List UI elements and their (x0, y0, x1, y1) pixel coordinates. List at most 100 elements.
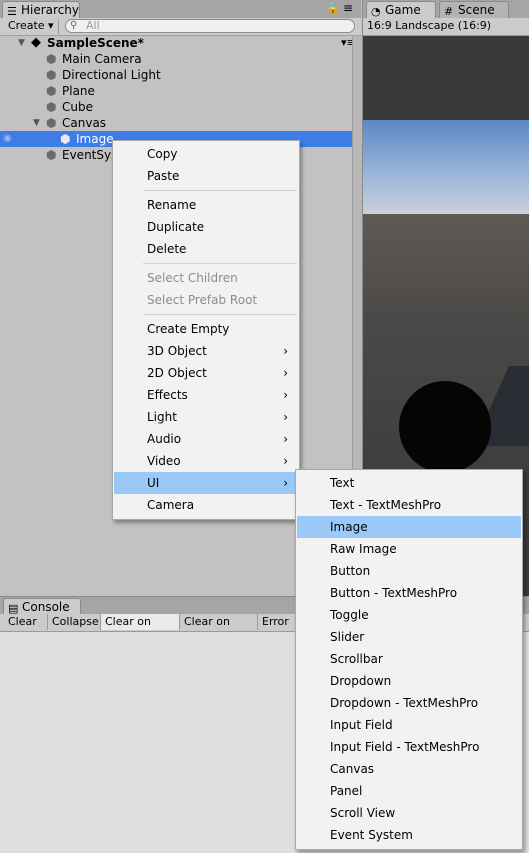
tab-hierarchy[interactable]: ☰ Hierarchy (2, 1, 80, 18)
menu-item-label: Select Children (147, 271, 238, 285)
clear-on-build-button[interactable]: Clear on Build (180, 614, 258, 644)
submenu-item[interactable]: Slider (297, 626, 521, 648)
hierarchy-toolbar: Create ▾ ⚲ All (0, 18, 361, 36)
menu-item-label: Effects (147, 388, 188, 402)
hierarchy-item[interactable]: ⬢ Directional Light (0, 67, 360, 83)
submenu-item[interactable]: Event System (297, 824, 521, 846)
tab-scene-label: Scene (458, 3, 495, 17)
menu-item-delete[interactable]: Delete (114, 238, 298, 260)
menu-item-label: Select Prefab Root (147, 293, 258, 307)
submenu-item-label: Input Field - TextMeshPro (330, 740, 480, 754)
scene-row[interactable]: ▼ ◆ SampleScene* ▾≡ (0, 35, 360, 51)
submenu-item-label: Toggle (330, 608, 369, 622)
clear-on-play-button[interactable]: Clear on Play (101, 614, 180, 644)
error-pause-button[interactable]: Error P (258, 614, 298, 644)
menu-item-copy[interactable]: Copy (114, 143, 298, 165)
gameobject-icon: ⬢ (46, 100, 57, 114)
menu-item-label: UI (147, 476, 160, 490)
submenu-item-label: Text - TextMeshPro (330, 498, 442, 512)
menu-item-create-empty[interactable]: Create Empty (114, 318, 298, 340)
chevron-right-icon: › (283, 410, 288, 424)
submenu-item[interactable]: Dropdown (297, 670, 521, 692)
menu-item-audio[interactable]: Audio › (114, 428, 298, 450)
search-icon: ⚲ (70, 20, 78, 31)
menu-item-duplicate[interactable]: Duplicate (114, 216, 298, 238)
submenu-item[interactable]: Button - TextMeshPro (297, 582, 521, 604)
menu-item-3d-object[interactable]: 3D Object › (114, 340, 298, 362)
gameobject-icon: ⬢ (46, 52, 57, 66)
lock-icon[interactable]: 🔒 (326, 2, 340, 15)
aspect-dropdown[interactable]: 16:9 Landscape (16:9) (367, 18, 491, 34)
submenu-item[interactable]: Scroll View (297, 802, 521, 824)
menu-item-effects[interactable]: Effects › (114, 384, 298, 406)
hierarchy-item-label: Cube (62, 100, 93, 114)
menu-item-label: Light (147, 410, 177, 424)
submenu-item[interactable]: Toggle (297, 604, 521, 626)
submenu-item-label: Button - TextMeshPro (330, 586, 458, 600)
ui-submenu: Text Text - TextMeshPro Image Raw Image Butt… (295, 469, 523, 850)
hierarchy-item[interactable]: ⬢ Cube (0, 99, 360, 115)
collapse-arrow-icon[interactable]: ▼ (33, 115, 40, 131)
tab-console[interactable]: ▤ Console (3, 598, 81, 615)
submenu-item-label: Button (330, 564, 371, 578)
eye-icon[interactable]: ◉ (3, 131, 12, 147)
collapse-button[interactable]: Collapse (48, 614, 101, 630)
clear-button[interactable]: Clear (4, 614, 48, 630)
tab-game-label: Game (385, 3, 421, 17)
search-placeholder: All (86, 19, 100, 32)
menu-item-ui[interactable]: UI › (114, 472, 298, 494)
submenu-item[interactable]: Button (297, 560, 521, 582)
chevron-right-icon: › (283, 476, 288, 490)
panel-menu-icon[interactable]: ≡ (343, 1, 353, 15)
hierarchy-item[interactable]: ▼ ⬢ Canvas (0, 115, 360, 131)
submenu-item[interactable]: Scrollbar (297, 648, 521, 670)
menu-item-label: Duplicate (147, 220, 205, 234)
submenu-item-label: Scrollbar (330, 652, 383, 666)
submenu-item-label: Panel (330, 784, 363, 798)
game-tabbar: ◔ Game # Scene (363, 0, 529, 18)
menu-separator (143, 314, 297, 315)
collapse-arrow-icon[interactable]: ▼ (18, 35, 25, 51)
tab-console-label: Console (22, 600, 70, 614)
create-button-label: Create (8, 19, 45, 32)
search-input[interactable]: ⚲ All (65, 19, 355, 33)
submenu-item-label: Slider (330, 630, 365, 644)
submenu-item-label: Image (330, 520, 368, 534)
hierarchy-tabbar: ☰ Hierarchy 🔒 ≡ (0, 0, 361, 19)
tab-scene[interactable]: # Scene (439, 1, 509, 18)
submenu-item[interactable]: Input Field (297, 714, 521, 736)
hierarchy-item[interactable]: ⬢ Main Camera (0, 51, 360, 67)
collapse-button-label: Collapse (52, 615, 99, 628)
sky (363, 120, 529, 214)
game-toolbar: 16:9 Landscape (16:9) (363, 18, 529, 36)
menu-item-label: 2D Object (147, 366, 207, 380)
create-button[interactable]: Create ▾ (4, 19, 59, 34)
submenu-item[interactable]: Text - TextMeshPro (297, 494, 521, 516)
gameobject-icon: ⬢ (46, 116, 57, 130)
menu-item-light[interactable]: Light › (114, 406, 298, 428)
tab-game[interactable]: ◔ Game (366, 1, 436, 18)
menu-item-select-prefab-root: Select Prefab Root (114, 289, 298, 311)
submenu-item-label: Input Field (330, 718, 393, 732)
context-menu: Copy Paste Rename Duplicate Delete Selec… (112, 140, 300, 520)
submenu-item[interactable]: Canvas (297, 758, 521, 780)
hierarchy-item-label: Image (76, 132, 114, 146)
submenu-item[interactable]: Raw Image (297, 538, 521, 560)
submenu-item[interactable]: Image (297, 516, 521, 538)
menu-item-2d-object[interactable]: 2D Object › (114, 362, 298, 384)
hierarchy-item-label: Main Camera (62, 52, 142, 66)
gameobject-icon: ⬢ (46, 84, 57, 98)
submenu-item-label: Raw Image (330, 542, 397, 556)
hierarchy-item-label: Canvas (62, 116, 107, 130)
submenu-item[interactable]: Text (297, 472, 521, 494)
chevron-right-icon: › (283, 344, 288, 358)
menu-item-paste[interactable]: Paste (114, 165, 298, 187)
menu-item-rename[interactable]: Rename (114, 194, 298, 216)
submenu-item[interactable]: Input Field - TextMeshPro (297, 736, 521, 758)
submenu-item[interactable]: Panel (297, 780, 521, 802)
menu-item-label: Camera (147, 498, 195, 512)
menu-item-video[interactable]: Video › (114, 450, 298, 472)
hierarchy-item[interactable]: ⬢ Plane (0, 83, 360, 99)
submenu-item[interactable]: Dropdown - TextMeshPro (297, 692, 521, 714)
menu-item-camera[interactable]: Camera (114, 494, 298, 516)
